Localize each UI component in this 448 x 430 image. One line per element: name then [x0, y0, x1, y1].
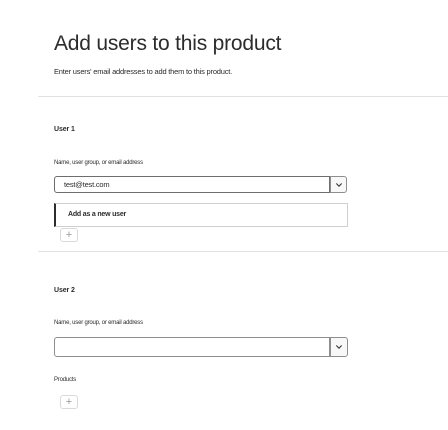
add-as-new-user-option[interactable]: Add as a new user: [54, 203, 348, 227]
products-label: Products: [54, 377, 77, 383]
user2-section-label: User 2: [54, 287, 75, 294]
user1-field-label: Name, user group, or email address: [54, 160, 143, 166]
user1-dropdown-button[interactable]: [330, 176, 347, 193]
user1-input-value: test@test.com: [64, 180, 110, 189]
user2-input[interactable]: [54, 337, 330, 357]
plus-icon: +: [65, 228, 73, 241]
user2-field-label: Name, user group, or email address: [54, 320, 143, 326]
divider-middle: [38, 251, 448, 252]
user1-section-label: User 1: [54, 126, 75, 133]
user1-add-button[interactable]: +: [60, 228, 78, 242]
add-as-new-user-label: Add as a new user: [68, 211, 127, 218]
user2-dropdown-button[interactable]: [330, 337, 348, 357]
divider-top: [38, 96, 448, 97]
plus-icon: +: [65, 395, 73, 408]
page-title: Add users to this product: [54, 32, 282, 55]
chevron-down-icon: [335, 182, 342, 187]
chevron-down-icon: [336, 345, 342, 349]
user1-input[interactable]: test@test.com: [54, 176, 330, 193]
add-product-button[interactable]: +: [60, 395, 78, 409]
page-subtitle: Enter users' email addresses to add them…: [54, 67, 233, 76]
